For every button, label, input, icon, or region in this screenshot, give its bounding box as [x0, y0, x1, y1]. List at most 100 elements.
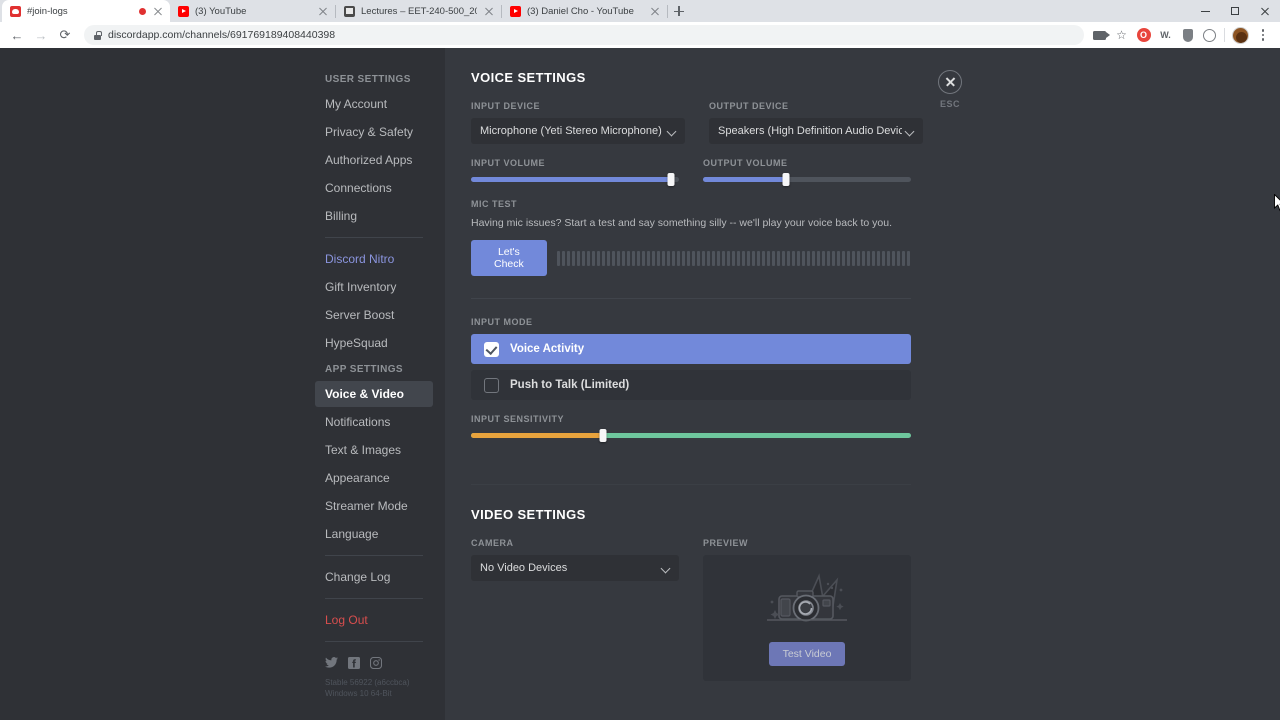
input-sensitivity-label: INPUT SENSITIVITY [471, 414, 565, 424]
volume-row: INPUT VOLUME OUTPUT VOLUME [471, 158, 911, 186]
tab-title: Lectures – EET-240-500_2020SP [361, 5, 477, 17]
slider-track [471, 428, 911, 442]
video-row: CAMERA No Video Devices PREVIEW Test Vid… [471, 538, 911, 681]
circle-extension-icon[interactable] [1202, 28, 1217, 43]
sidebar-divider [325, 641, 423, 642]
tab-close-icon[interactable] [483, 5, 495, 17]
bookmark-star-icon[interactable]: ☆ [1114, 28, 1129, 43]
back-button[interactable]: ← [6, 24, 28, 46]
reload-button[interactable]: ⟳ [54, 24, 76, 46]
slider-thumb[interactable] [599, 428, 607, 442]
checkbox-unchecked-icon[interactable] [484, 377, 499, 393]
video-settings-title: VIDEO SETTINGS [471, 507, 586, 522]
forward-button[interactable]: → [30, 24, 52, 46]
tab-close-icon[interactable] [152, 5, 164, 17]
toolbar-divider [1224, 28, 1225, 42]
camera-value: No Video Devices [480, 562, 568, 574]
sidebar-item-discord-nitro[interactable]: Discord Nitro [315, 246, 433, 272]
sidebar-item-hypesquad[interactable]: HypeSquad [315, 330, 433, 356]
tab-close-icon[interactable] [317, 5, 329, 17]
close-icon[interactable] [938, 70, 962, 94]
sidebar-item-authorized-apps[interactable]: Authorized Apps [315, 147, 433, 173]
tab-close-icon[interactable] [649, 5, 661, 17]
wikipedia-extension-icon[interactable]: W. [1158, 28, 1173, 43]
sidebar-item-my-account[interactable]: My Account [315, 91, 433, 117]
version-line-1: Stable 56922 (a6ccbca) [325, 678, 410, 687]
settings-sidebar-container: USER SETTINGS My Account Privacy & Safet… [0, 48, 445, 720]
checkbox-checked-icon[interactable] [484, 341, 499, 357]
avatar[interactable] [1232, 26, 1249, 44]
sidebar-item-streamer-mode[interactable]: Streamer Mode [315, 493, 433, 519]
opera-extension-icon[interactable]: O [1136, 28, 1151, 43]
video-preview-box: Test Video [703, 555, 911, 681]
slider-thumb[interactable] [782, 172, 790, 186]
browser-tab[interactable]: #join-logs [2, 0, 170, 22]
input-mode-push-to-talk[interactable]: Push to Talk (Limited) [471, 370, 911, 400]
sidebar-section-header-user: USER SETTINGS [325, 74, 411, 85]
slider-thumb[interactable] [667, 172, 675, 186]
new-tab-button[interactable] [668, 0, 690, 22]
test-video-button[interactable]: Test Video [768, 642, 846, 666]
input-volume-slider[interactable] [471, 172, 679, 186]
browser-toolbar: ← → ⟳ discordapp.com/channels/6917691894… [0, 22, 1280, 48]
sidebar-item-voice-video[interactable]: Voice & Video [315, 381, 433, 407]
mic-level-meter [556, 250, 911, 266]
slider-track [471, 172, 679, 186]
extension-icons: ☆ O W. [1092, 26, 1274, 44]
esc-label: ESC [939, 99, 960, 109]
sidebar-item-language[interactable]: Language [315, 521, 433, 547]
chrome-menu-icon[interactable] [1256, 29, 1270, 41]
camera-group: CAMERA No Video Devices [471, 538, 679, 681]
input-device-label: INPUT DEVICE [471, 101, 541, 111]
lock-icon [94, 30, 102, 40]
mic-test-label: MIC TEST [471, 199, 517, 209]
sidebar-item-connections[interactable]: Connections [315, 175, 433, 201]
output-volume-slider[interactable] [703, 172, 911, 186]
input-mode-voice-activity[interactable]: Voice Activity [471, 334, 911, 364]
tab-strip: #join-logs (3) YouTube Lectures – EET-24… [0, 0, 1280, 22]
sidebar-item-privacy-safety[interactable]: Privacy & Safety [315, 119, 433, 145]
sidebar-divider [325, 555, 423, 556]
maximize-button[interactable] [1220, 0, 1250, 22]
page-title: VOICE SETTINGS [471, 70, 586, 85]
output-device-select[interactable]: Speakers (High Definition Audio Device) [709, 118, 923, 144]
slider-fill [703, 176, 787, 182]
sidebar-item-log-out[interactable]: Log Out [315, 607, 433, 633]
shield-extension-icon[interactable] [1180, 28, 1195, 43]
minimize-button[interactable] [1190, 0, 1220, 22]
sidebar-item-notifications[interactable]: Notifications [315, 409, 433, 435]
instagram-icon[interactable] [369, 656, 382, 669]
address-bar[interactable]: discordapp.com/channels/6917691894084403… [84, 25, 1084, 45]
video-camera-icon[interactable] [1092, 28, 1110, 43]
sidebar-item-change-log[interactable]: Change Log [315, 564, 433, 590]
sidebar-item-text-images[interactable]: Text & Images [315, 437, 433, 463]
browser-tab[interactable]: Lectures – EET-240-500_2020SP [336, 0, 501, 22]
browser-tab[interactable]: (3) YouTube [170, 0, 335, 22]
twitter-icon[interactable] [325, 656, 338, 669]
input-device-select[interactable]: Microphone (Yeti Stereo Microphone) (b5 [471, 118, 685, 144]
sidebar-divider [325, 237, 423, 238]
camera-label: CAMERA [471, 538, 514, 548]
facebook-icon[interactable] [347, 656, 360, 669]
slider-fill [471, 176, 671, 182]
input-sensitivity-slider[interactable] [471, 428, 911, 442]
input-device-value: Microphone (Yeti Stereo Microphone) (b5 [480, 125, 664, 137]
close-window-button[interactable] [1250, 0, 1280, 22]
output-volume-label: OUTPUT VOLUME [703, 158, 788, 168]
sidebar-item-gift-inventory[interactable]: Gift Inventory [315, 274, 433, 300]
version-line-2: Windows 10 64-Bit [325, 689, 392, 698]
section-divider [471, 298, 911, 299]
close-settings-group[interactable]: ESC [930, 70, 970, 109]
window-controls [1190, 0, 1280, 22]
sidebar-item-server-boost[interactable]: Server Boost [315, 302, 433, 328]
input-sensitivity-group: INPUT SENSITIVITY [471, 414, 911, 442]
browser-tab[interactable]: (3) Daniel Cho - YouTube [502, 0, 667, 22]
output-device-group: OUTPUT DEVICE Speakers (High Definition … [709, 101, 923, 144]
input-volume-label: INPUT VOLUME [471, 158, 546, 168]
camera-select[interactable]: No Video Devices [471, 555, 679, 581]
browser-chrome: #join-logs (3) YouTube Lectures – EET-24… [0, 0, 1280, 48]
sidebar-item-billing[interactable]: Billing [315, 203, 433, 229]
sidebar-item-appearance[interactable]: Appearance [315, 465, 433, 491]
mouse-cursor [1274, 194, 1280, 212]
lets-check-button[interactable]: Let's Check [471, 240, 547, 276]
